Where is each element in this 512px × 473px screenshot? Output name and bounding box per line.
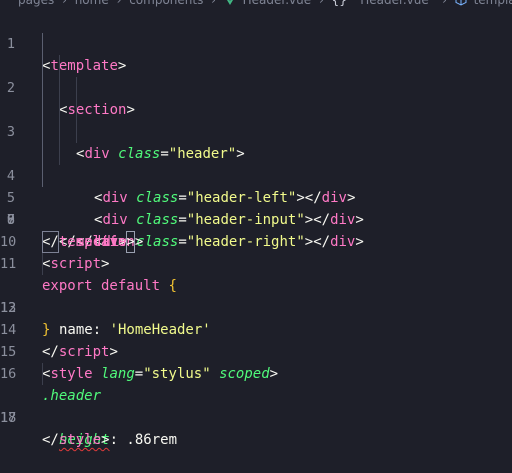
code-line: 5 <div class="header-input"></div> (0, 99, 512, 228)
breadcrumb-item-pages[interactable]: pages (18, 0, 54, 9)
indent-guide (42, 77, 43, 99)
indent-guide (59, 121, 60, 143)
breadcrumb-item-component-name[interactable]: "Header.vue" (355, 0, 435, 9)
code-line: 4 <div class="header-left"></div> (0, 77, 512, 206)
code-content: </style> (42, 432, 110, 448)
code-line: 3 <div class="header"> (0, 55, 512, 162)
code-line: 9 </template> (0, 187, 512, 253)
code-line: 2 <section> (0, 33, 512, 118)
indent-guide (76, 121, 77, 143)
breadcrumb-separator: › (62, 0, 67, 7)
code-line: 11 export default { (0, 231, 512, 294)
indent-guide (42, 253, 43, 275)
breadcrumb-item-file[interactable]: Header.vue (243, 0, 312, 9)
breadcrumb-separator: › (318, 0, 324, 7)
code-line: 17 height: .86rem (0, 363, 512, 448)
code-line: 14 </script> (0, 297, 512, 360)
breadcrumb-separator: › (442, 0, 447, 7)
indent-guide (42, 143, 43, 165)
breadcrumb-item-template[interactable]: template (474, 0, 512, 9)
code-line: 13 } (0, 275, 512, 338)
cube-icon (455, 0, 470, 9)
vue-icon (224, 0, 239, 9)
breadcrumb-separator: › (116, 0, 122, 7)
indent-guide (42, 121, 43, 143)
code-line: 8 </section> (0, 165, 512, 250)
code-line: 6 <div class="header-right"></div> (0, 121, 512, 250)
code-line: 12 name: 'HomeHeader' (0, 253, 512, 338)
indent-guide (42, 165, 43, 187)
indent-guide (59, 99, 60, 121)
indent-guide (42, 55, 43, 77)
breadcrumb-item-home[interactable]: home (75, 0, 109, 9)
indent-guide (59, 55, 60, 77)
code-line: 16 .header (0, 341, 512, 404)
code-line: 10 <script> (0, 209, 512, 272)
code-editor[interactable]: 1 <template> 2 <section> 3 <div class="h… (0, 11, 512, 448)
indent-guide (42, 99, 43, 121)
indent-guide (42, 363, 43, 385)
breadcrumb-item-components[interactable]: components (129, 0, 203, 9)
code-line: 18 </style> (0, 385, 512, 448)
indent-guide (59, 143, 60, 165)
breadcrumb-separator: › (211, 0, 216, 7)
braces-icon: {} (331, 0, 347, 7)
indent-guide (76, 99, 77, 121)
indent-guide (42, 33, 43, 55)
code-line: 7 </div> (0, 143, 512, 250)
code-line: 15 <style lang="stylus" scoped> (0, 319, 512, 382)
indent-guide (59, 77, 60, 99)
indent-guide (76, 77, 77, 99)
code-line: 1 <template> (0, 11, 512, 74)
breadcrumb: pages › home › components › Header.vue ›… (0, 0, 512, 9)
